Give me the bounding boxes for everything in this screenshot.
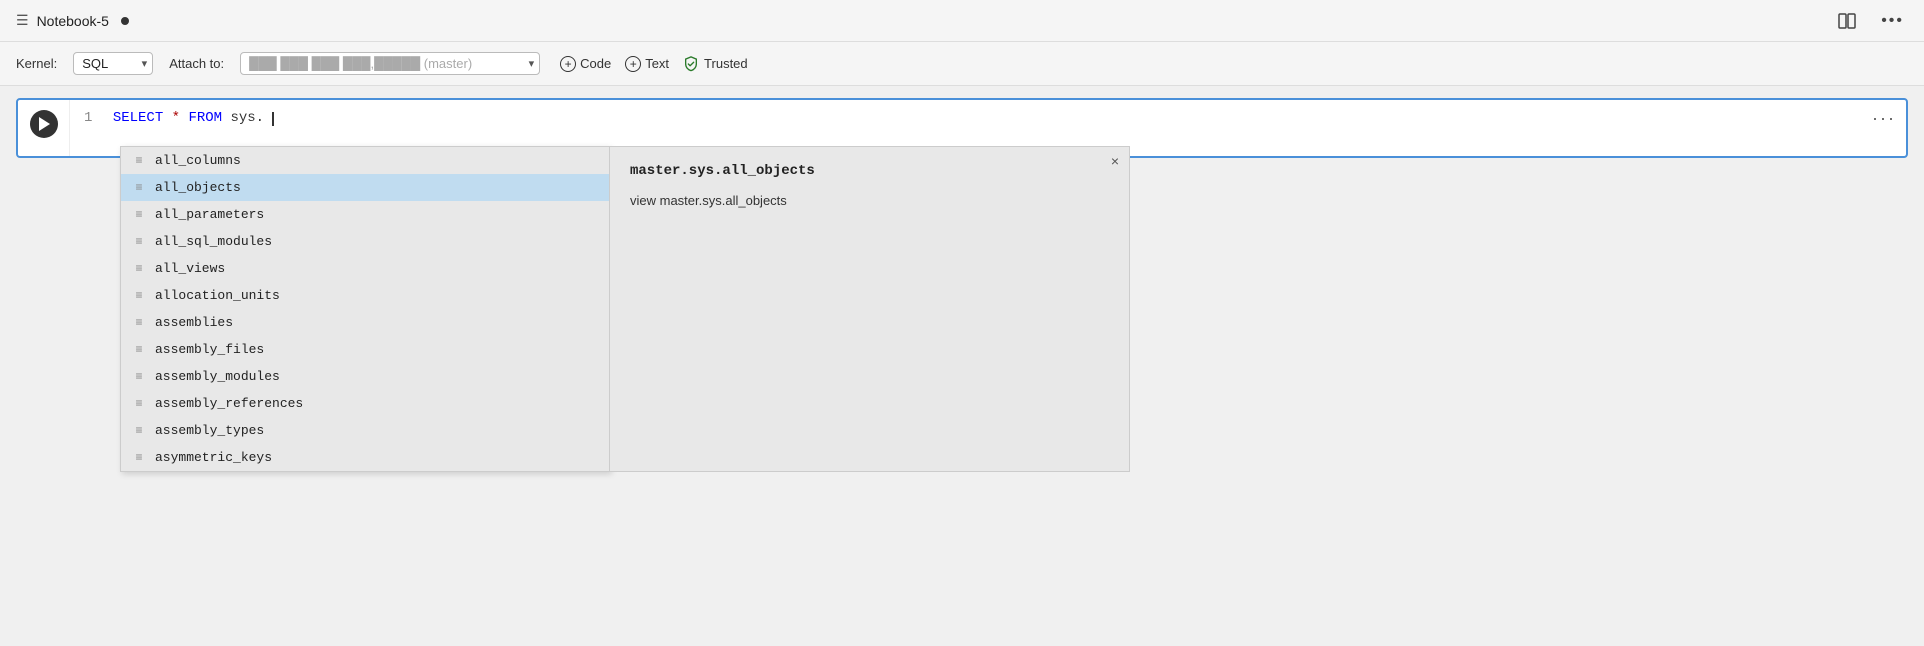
unsaved-indicator [121,17,129,25]
text-cursor [272,112,274,126]
add-text-button[interactable]: + Text [625,56,669,72]
kernel-select-wrapper[interactable]: SQL [73,52,153,75]
plus-circle-text-icon: + [625,56,641,72]
cell-run-area [18,100,70,156]
ac-item-label: all_parameters [155,207,264,222]
ac-item-label: all_objects [155,180,241,195]
run-button[interactable] [30,110,58,138]
autocomplete-item[interactable]: ≡ assembly_modules [121,363,609,390]
ac-item-label: assembly_modules [155,369,280,384]
ac-table-icon: ≡ [131,289,147,303]
ac-item-label: assembly_types [155,423,264,438]
line-number: 1 [84,110,92,126]
trusted-label: Trusted [704,56,748,71]
ac-table-icon: ≡ [131,316,147,330]
attach-select-wrapper[interactable]: ███ ███ ███ ███,█████ (master) [240,52,540,75]
add-code-button[interactable]: + Code [560,56,611,72]
sql-star: * [172,110,180,126]
kernel-label: Kernel: [16,56,57,71]
ac-item-label: all_views [155,261,225,276]
info-panel: × master.sys.all_objects view master.sys… [610,146,1130,472]
sql-select-keyword: SELECT [113,110,163,126]
ac-item-label: asymmetric_keys [155,450,272,465]
autocomplete-item[interactable]: ≡ allocation_units [121,282,609,309]
attach-label: Attach to: [169,56,224,71]
cell-area: 1 SELECT * FROM sys. ··· ≡all_columns≡al… [0,86,1924,170]
toolbar-actions: + Code + Text Trusted [560,56,748,72]
info-close-button[interactable]: × [1111,153,1119,169]
sql-space3: sys. [230,110,264,126]
autocomplete-list: ≡all_columns≡all_objects≡all_parameters≡… [120,146,610,472]
toolbar: Kernel: SQL Attach to: ███ ███ ███ ███,█… [0,42,1924,86]
autocomplete-item[interactable]: ≡ asymmetric_keys [121,444,609,471]
ac-table-icon: ≡ [131,343,147,357]
ac-table-icon: ≡ [131,451,147,465]
plus-circle-icon: + [560,56,576,72]
run-triangle-icon [39,117,50,131]
split-view-button[interactable] [1833,9,1861,33]
ac-table-icon: ≡ [131,208,147,222]
autocomplete-container: ≡all_columns≡all_objects≡all_parameters≡… [120,146,1130,472]
ac-table-icon: ≡ [131,370,147,384]
code-label: Code [580,56,611,71]
ac-table-icon: ≡ [131,397,147,411]
cell-ellipsis-icon: ··· [1872,108,1896,128]
autocomplete-item[interactable]: ≡ assembly_types [121,417,609,444]
trusted-button[interactable]: Trusted [683,56,748,72]
kernel-select[interactable]: SQL [73,52,153,75]
title-bar: ☰ Notebook-5 ••• [0,0,1924,42]
autocomplete-item[interactable]: ≡ all_objects [121,174,609,201]
attach-select[interactable]: ███ ███ ███ ███,█████ (master) [240,52,540,75]
ac-table-icon: ≡ [131,262,147,276]
ac-item-label: assembly_references [155,396,303,411]
autocomplete-item[interactable]: ≡ all_columns [121,147,609,174]
info-description: view master.sys.all_objects [630,193,1109,208]
text-label: Text [645,56,669,71]
autocomplete-item[interactable]: ≡ all_sql_modules [121,228,609,255]
cell-more-button[interactable]: ··· [1872,108,1896,129]
ac-item-label: assemblies [155,315,233,330]
autocomplete-item[interactable]: ≡ all_views [121,255,609,282]
ac-table-icon: ≡ [131,181,147,195]
ac-item-label: allocation_units [155,288,280,303]
title-bar-left: ☰ Notebook-5 [16,12,129,29]
title-bar-right: ••• [1833,9,1908,33]
hamburger-icon: ☰ [16,12,29,29]
ac-item-label: all_sql_modules [155,234,272,249]
shield-icon [683,56,699,72]
ac-item-label: all_columns [155,153,241,168]
ellipsis-icon: ••• [1881,12,1904,30]
autocomplete-item[interactable]: ≡ assemblies [121,309,609,336]
ac-table-icon: ≡ [131,154,147,168]
ac-table-icon: ≡ [131,424,147,438]
notebook-title: Notebook-5 [37,13,109,29]
more-options-button[interactable]: ••• [1877,10,1908,32]
ac-table-icon: ≡ [131,235,147,249]
sql-from-keyword: FROM [188,110,222,126]
autocomplete-item[interactable]: ≡ all_parameters [121,201,609,228]
split-view-icon [1837,11,1857,31]
autocomplete-item[interactable]: ≡ assembly_files [121,336,609,363]
info-title: master.sys.all_objects [630,163,1109,179]
ac-item-label: assembly_files [155,342,264,357]
autocomplete-item[interactable]: ≡ assembly_references [121,390,609,417]
